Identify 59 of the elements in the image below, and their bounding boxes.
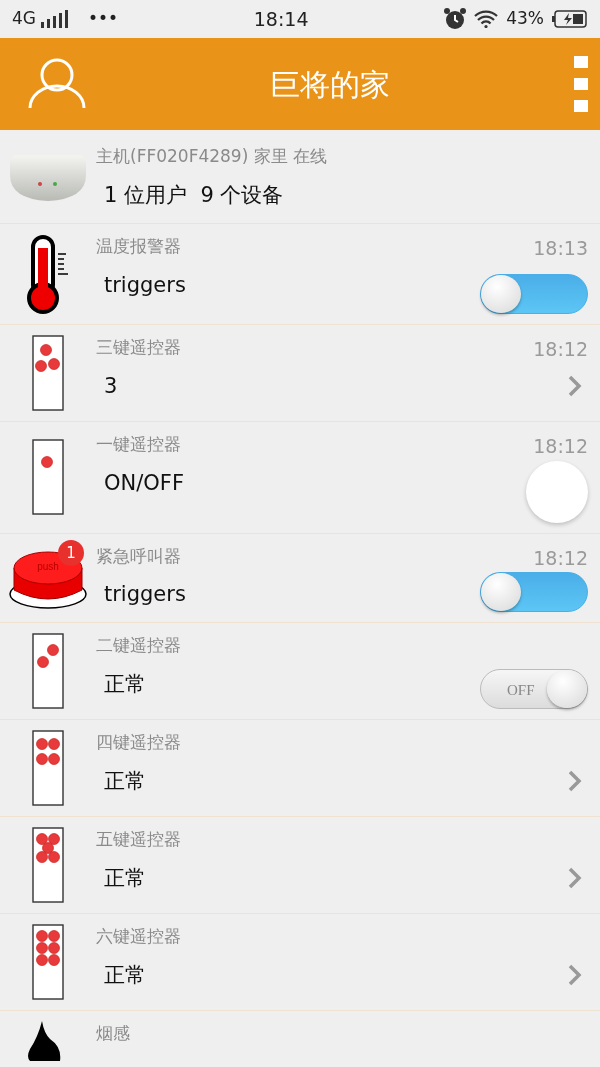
notification-badge: 1 [58, 539, 84, 566]
clock: 18:14 [253, 6, 309, 32]
battery-percent: 43% [506, 7, 544, 31]
device-status: 3 [104, 372, 119, 400]
device-summary: 1 位用户 9 个设备 [104, 181, 285, 209]
device-status: triggers [104, 581, 187, 608]
chevron-right-icon [568, 867, 582, 889]
device-row[interactable]: 温度报警器 triggers 18:13 [0, 224, 600, 325]
last-update-time: 18:12 [533, 545, 588, 571]
device-row[interactable]: 一键遥控器 ON/OFF 18:12 [0, 422, 600, 534]
network-label: 4G [12, 7, 36, 31]
device-row[interactable]: 六键遥控器 正常 [0, 914, 600, 1011]
device-name: 紧急呼叫器 [96, 544, 182, 568]
last-update-time: 18:12 [533, 337, 588, 362]
remote-icon [32, 335, 64, 411]
device-status: ON/OFF [104, 469, 185, 497]
device-status: 正常 [104, 864, 147, 892]
more-indicator: ••• [88, 7, 119, 31]
menu-icon [574, 56, 588, 112]
remote-icon [32, 827, 64, 903]
device-row[interactable]: 五键遥控器 正常 [0, 817, 600, 914]
wifi-icon [474, 10, 499, 28]
remote-icon [32, 924, 64, 1000]
device-row[interactable]: 三键遥控器 3 18:12 [0, 325, 600, 422]
device-name: 六键遥控器 [96, 925, 182, 948]
device-status: 正常 [104, 767, 147, 795]
device-row[interactable]: 二键遥控器 正常 OFF [0, 623, 600, 720]
device-row[interactable]: 四键遥控器 正常 [0, 720, 600, 817]
profile-button[interactable] [28, 58, 86, 110]
device-name: 一键遥控器 [96, 433, 182, 456]
person-icon [28, 58, 86, 110]
hub-status: 主机(FF020F4289) 家里 在线 [96, 145, 329, 168]
chevron-right-icon [568, 770, 582, 792]
device-name: 四键遥控器 [96, 731, 182, 754]
remote-icon [32, 439, 64, 516]
chevron-right-icon [568, 964, 582, 986]
round-button[interactable] [526, 460, 588, 523]
device-status: 正常 [104, 670, 147, 698]
last-update-time: 18:13 [533, 236, 588, 261]
device-name: 三键遥控器 [96, 336, 182, 359]
device-name: 烟感 [96, 1022, 131, 1045]
remote-icon [32, 633, 64, 709]
device-status: triggers [104, 271, 187, 299]
menu-button[interactable] [574, 56, 588, 112]
toggle-switch[interactable] [480, 572, 588, 612]
alarm-icon [444, 8, 467, 30]
thermometer-icon [25, 234, 71, 314]
last-update-time: 18:12 [533, 434, 588, 459]
device-name: 五键遥控器 [96, 828, 182, 851]
battery-icon [552, 10, 588, 28]
signal-icon [40, 10, 68, 28]
device-name: 温度报警器 [96, 235, 182, 258]
device-status: 正常 [104, 961, 147, 989]
remote-icon [32, 730, 64, 806]
chevron-right-icon [568, 375, 582, 397]
page-title: 巨将的家 [270, 65, 390, 104]
device-name: 二键遥控器 [96, 634, 182, 657]
toggle-switch[interactable] [480, 274, 588, 314]
device-row[interactable]: push 1 紧急呼叫器 triggers 18:12 [0, 533, 600, 623]
